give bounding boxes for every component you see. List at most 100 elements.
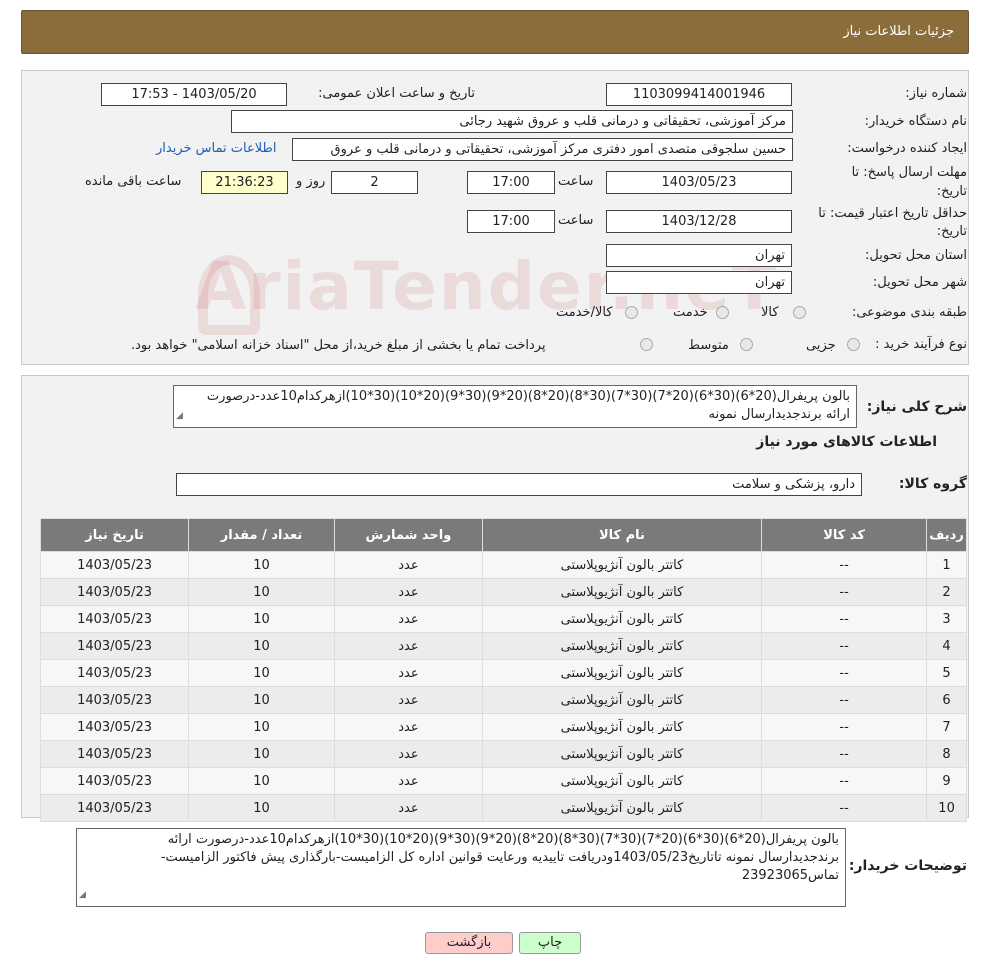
cell-item-code: -- [760,578,928,606]
header-need-date: تاریخ نیاز [39,518,190,552]
process-medium-label: متوسط [688,338,729,353]
category-service-label: خدمت [673,305,708,320]
cell-row-number: 8 [926,740,967,768]
print-button[interactable]: چاپ [519,932,581,954]
cell-item-name: کاتتر بالون آنژیوپلاستی [481,605,763,633]
cell-quantity: 10 [188,578,335,606]
category-goods-radio[interactable] [793,306,806,319]
deadline-date-label: تاریخ: [936,184,967,199]
table-row: 8 -- کاتتر بالون آنژیوپلاستی عدد 10 1403/05/2… [39,740,967,768]
creator-field: حسین سلجوقی متصدی امور دفتری مرکز آموزشی… [292,138,793,161]
cell-quantity: 10 [188,605,335,633]
cell-item-code: -- [760,740,928,768]
deadline-date-field: 1403/05/23 [606,171,792,194]
category-label: طبقه بندی موضوعی: [851,305,967,320]
cell-item-code: -- [760,605,928,633]
validity-time-label: ساعت [558,213,594,228]
cell-quantity: 10 [188,551,335,579]
announce-label: تاریخ و ساعت اعلان عمومی: [318,86,475,101]
resize-grip-icon[interactable]: ◢ [79,886,86,904]
table-row: 5 -- کاتتر بالون آنژیوپلاستی عدد 10 1403/05/2… [39,659,967,687]
goods-table: ردیف کد کالا نام کالا واحد شمارش تعداد /… [39,518,967,822]
cell-unit: عدد [333,740,483,768]
cell-need-date: 1403/05/23 [39,605,190,633]
cell-item-code: -- [760,767,928,795]
cell-need-date: 1403/05/23 [39,551,190,579]
cell-unit: عدد [333,578,483,606]
buyer-org-field: مرکز آموزشی، تحقیقاتی و درمانی قلب و عرو… [231,110,793,133]
description-label: شرح کلی نیاز: [866,399,967,415]
days-remaining-field: 2 [331,171,418,194]
validity-label: حداقل تاریخ اعتبار قیمت: تا [818,206,967,221]
cell-item-code: -- [760,551,928,579]
deadline-time-label: ساعت [558,174,594,189]
cell-unit: عدد [333,551,483,579]
cell-item-name: کاتتر بالون آنژیوپلاستی [481,740,763,768]
table-row: 4 -- کاتتر بالون آنژیوپلاستی عدد 10 1403/05/2… [39,632,967,660]
cell-quantity: 10 [188,794,335,822]
cell-row-number: 9 [926,767,967,795]
header-unit: واحد شمارش [333,518,483,552]
cell-unit: عدد [333,767,483,795]
creator-label: ایجاد کننده درخواست: [847,141,967,156]
cell-unit: عدد [333,632,483,660]
description-text: بالون پریفرال(20*6)(30*6)(20*7)(30*7)(30… [206,389,850,422]
cell-unit: عدد [333,605,483,633]
category-service-radio[interactable] [716,306,729,319]
cell-unit: عدد [333,794,483,822]
days-label: روز و [296,174,326,189]
cell-row-number: 2 [926,578,967,606]
cell-row-number: 6 [926,686,967,714]
buyer-notes-textarea[interactable]: بالون پریفرال(20*6)(30*6)(20*7)(30*7)(30… [76,828,846,907]
cell-unit: عدد [333,686,483,714]
cell-need-date: 1403/05/23 [39,632,190,660]
back-button[interactable]: بازگشت [425,932,513,954]
deadline-label: مهلت ارسال پاسخ: تا [851,165,967,180]
cell-row-number: 3 [926,605,967,633]
cell-item-name: کاتتر بالون آنژیوپلاستی [481,632,763,660]
cell-need-date: 1403/05/23 [39,686,190,714]
cell-item-name: کاتتر بالون آنژیوپلاستی [481,713,763,741]
cell-row-number: 10 [926,794,967,822]
cell-need-date: 1403/05/23 [39,659,190,687]
cell-item-name: کاتتر بالون آنژیوپلاستی [481,578,763,606]
deadline-time-field: 17:00 [467,171,555,194]
validity-date-field: 1403/12/28 [606,210,792,233]
cell-item-name: کاتتر بالون آنژیوپلاستی [481,659,763,687]
table-row: 7 -- کاتتر بالون آنژیوپلاستی عدد 10 1403/05/2… [39,713,967,741]
header-row-number: ردیف [926,518,967,552]
table-row: 10 -- کاتتر بالون آنژیوپلاستی عدد 10 1403/05/… [39,794,967,822]
process-minor-label: جزیی [806,338,836,353]
cell-row-number: 4 [926,632,967,660]
process-medium-radio[interactable] [740,338,753,351]
validity-date-label: تاریخ: [936,224,967,239]
process-note: پرداخت تمام یا بخشی از مبلغ خرید،از محل … [131,338,546,353]
cell-item-code: -- [760,713,928,741]
cell-row-number: 1 [926,551,967,579]
time-remaining-label: ساعت باقی مانده [85,174,182,189]
table-header-row: ردیف کد کالا نام کالا واحد شمارش تعداد /… [39,518,967,552]
category-both-radio[interactable] [625,306,638,319]
goods-section-title: اطلاعات کالاهای مورد نیاز [756,434,937,450]
goods-group-field: دارو، پزشکی و سلامت [176,473,862,496]
process-minor-radio[interactable] [847,338,860,351]
cell-row-number: 7 [926,713,967,741]
buyer-notes-label: توضیحات خریدار: [848,858,967,874]
header-item-name: نام کالا [481,518,763,552]
cell-quantity: 10 [188,686,335,714]
cell-item-name: کاتتر بالون آنژیوپلاستی [481,686,763,714]
cell-need-date: 1403/05/23 [39,767,190,795]
cell-item-name: کاتتر بالون آنژیوپلاستی [481,551,763,579]
description-textarea[interactable]: بالون پریفرال(20*6)(30*6)(20*7)(30*7)(30… [173,385,857,428]
resize-grip-icon[interactable]: ◢ [176,407,183,425]
buyer-contact-link[interactable]: اطلاعات تماس خریدار [156,141,276,156]
header-item-code: کد کالا [760,518,928,552]
table-row: 1 -- کاتتر بالون آنژیوپلاستی عدد 10 1403/05/2… [39,551,967,579]
header-quantity: تعداد / مقدار [188,518,335,552]
city-field: تهران [606,271,792,294]
cell-item-code: -- [760,632,928,660]
city-label: شهر محل تحویل: [872,275,967,290]
treasury-checkbox[interactable] [640,338,653,351]
cell-unit: عدد [333,659,483,687]
table-row: 6 -- کاتتر بالون آنژیوپلاستی عدد 10 1403/05/2… [39,686,967,714]
